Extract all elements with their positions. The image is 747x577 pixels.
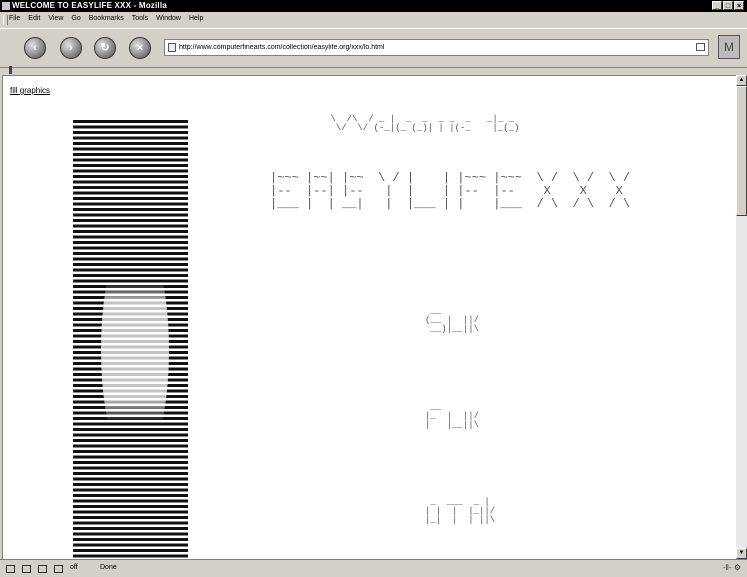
otak-ascii-text: _ ___ _ | | | | |_||/ |_| | | ||\: [425, 497, 496, 525]
mozilla-app-icon[interactable]: [2, 2, 10, 10]
scroll-down-arrow-icon[interactable]: ▼: [736, 548, 747, 559]
menu-bar: File Edit View Go Bookmarks Tools Window…: [0, 12, 747, 28]
page-content: fill graphics \ /\ / _ | _ _ _ _ _ _|_ _…: [2, 75, 737, 560]
security-status-icon: -‖- ⚙: [722, 563, 741, 572]
navigation-toolbar: ‹ › ↻ × M: [0, 28, 747, 68]
scrollbar-thumb[interactable]: [736, 86, 747, 216]
close-button[interactable]: ×: [734, 1, 744, 10]
status-bar: off Done -‖- ⚙: [0, 559, 747, 577]
mozilla-throbber-icon[interactable]: M: [718, 35, 740, 59]
go-icon[interactable]: [696, 43, 705, 51]
reload-button[interactable]: ↻: [94, 37, 116, 59]
window-controls: _ □ ×: [712, 1, 744, 10]
stop-button[interactable]: ×: [129, 37, 151, 59]
menu-help[interactable]: Help: [189, 15, 203, 22]
url-input[interactable]: [179, 40, 689, 55]
scroll-up-arrow-icon[interactable]: ▲: [736, 75, 747, 86]
menu-bookmarks[interactable]: Bookmarks: [89, 15, 124, 22]
fuck-ascii-text: __ |_ | ||/ | |__||\: [425, 402, 480, 430]
address-bar[interactable]: [164, 39, 709, 56]
vertical-scrollbar[interactable]: ▲ ▼: [736, 75, 747, 559]
composer-icon[interactable]: [38, 565, 47, 573]
status-text: Done: [100, 564, 117, 571]
easylife-xxx-ascii-heading: |~~~ |~~| |~~ \ / | | |~~~ |~~~ \ / \ / …: [270, 171, 631, 211]
page-icon: [168, 43, 176, 52]
minimize-button[interactable]: _: [712, 1, 722, 10]
menu-window[interactable]: Window: [156, 15, 181, 22]
menu-file[interactable]: File: [9, 15, 20, 22]
fill-graphics-link[interactable]: fill graphics: [10, 86, 50, 95]
sidebar-grip[interactable]: [9, 66, 12, 74]
back-button[interactable]: ‹: [24, 37, 46, 59]
maximize-button[interactable]: □: [723, 1, 733, 10]
ascii-portrait-image: [73, 120, 188, 560]
welcome-to-ascii-heading: \ /\ / _ | _ _ _ _ _ _|_ _ \/ \/ (-_|(_ …: [330, 114, 520, 133]
menu-tools[interactable]: Tools: [132, 15, 148, 22]
menu-view[interactable]: View: [48, 15, 63, 22]
window-title: WELCOME TO EASYLIFE XXX - Mozilla: [12, 1, 167, 10]
navigator-icon[interactable]: [6, 565, 15, 573]
menu-edit[interactable]: Edit: [28, 15, 40, 22]
menu-grip[interactable]: [3, 15, 8, 25]
address-book-icon[interactable]: [54, 565, 63, 573]
mail-icon[interactable]: [22, 565, 31, 573]
forward-button[interactable]: ›: [60, 37, 82, 59]
suck-ascii-text: __ (__ | ||/ __)|__||\: [425, 306, 480, 334]
title-bar: WELCOME TO EASYLIFE XXX - Mozilla _ □ ×: [0, 0, 747, 12]
offline-indicator[interactable]: off: [70, 564, 78, 571]
menu-go[interactable]: Go: [71, 15, 80, 22]
